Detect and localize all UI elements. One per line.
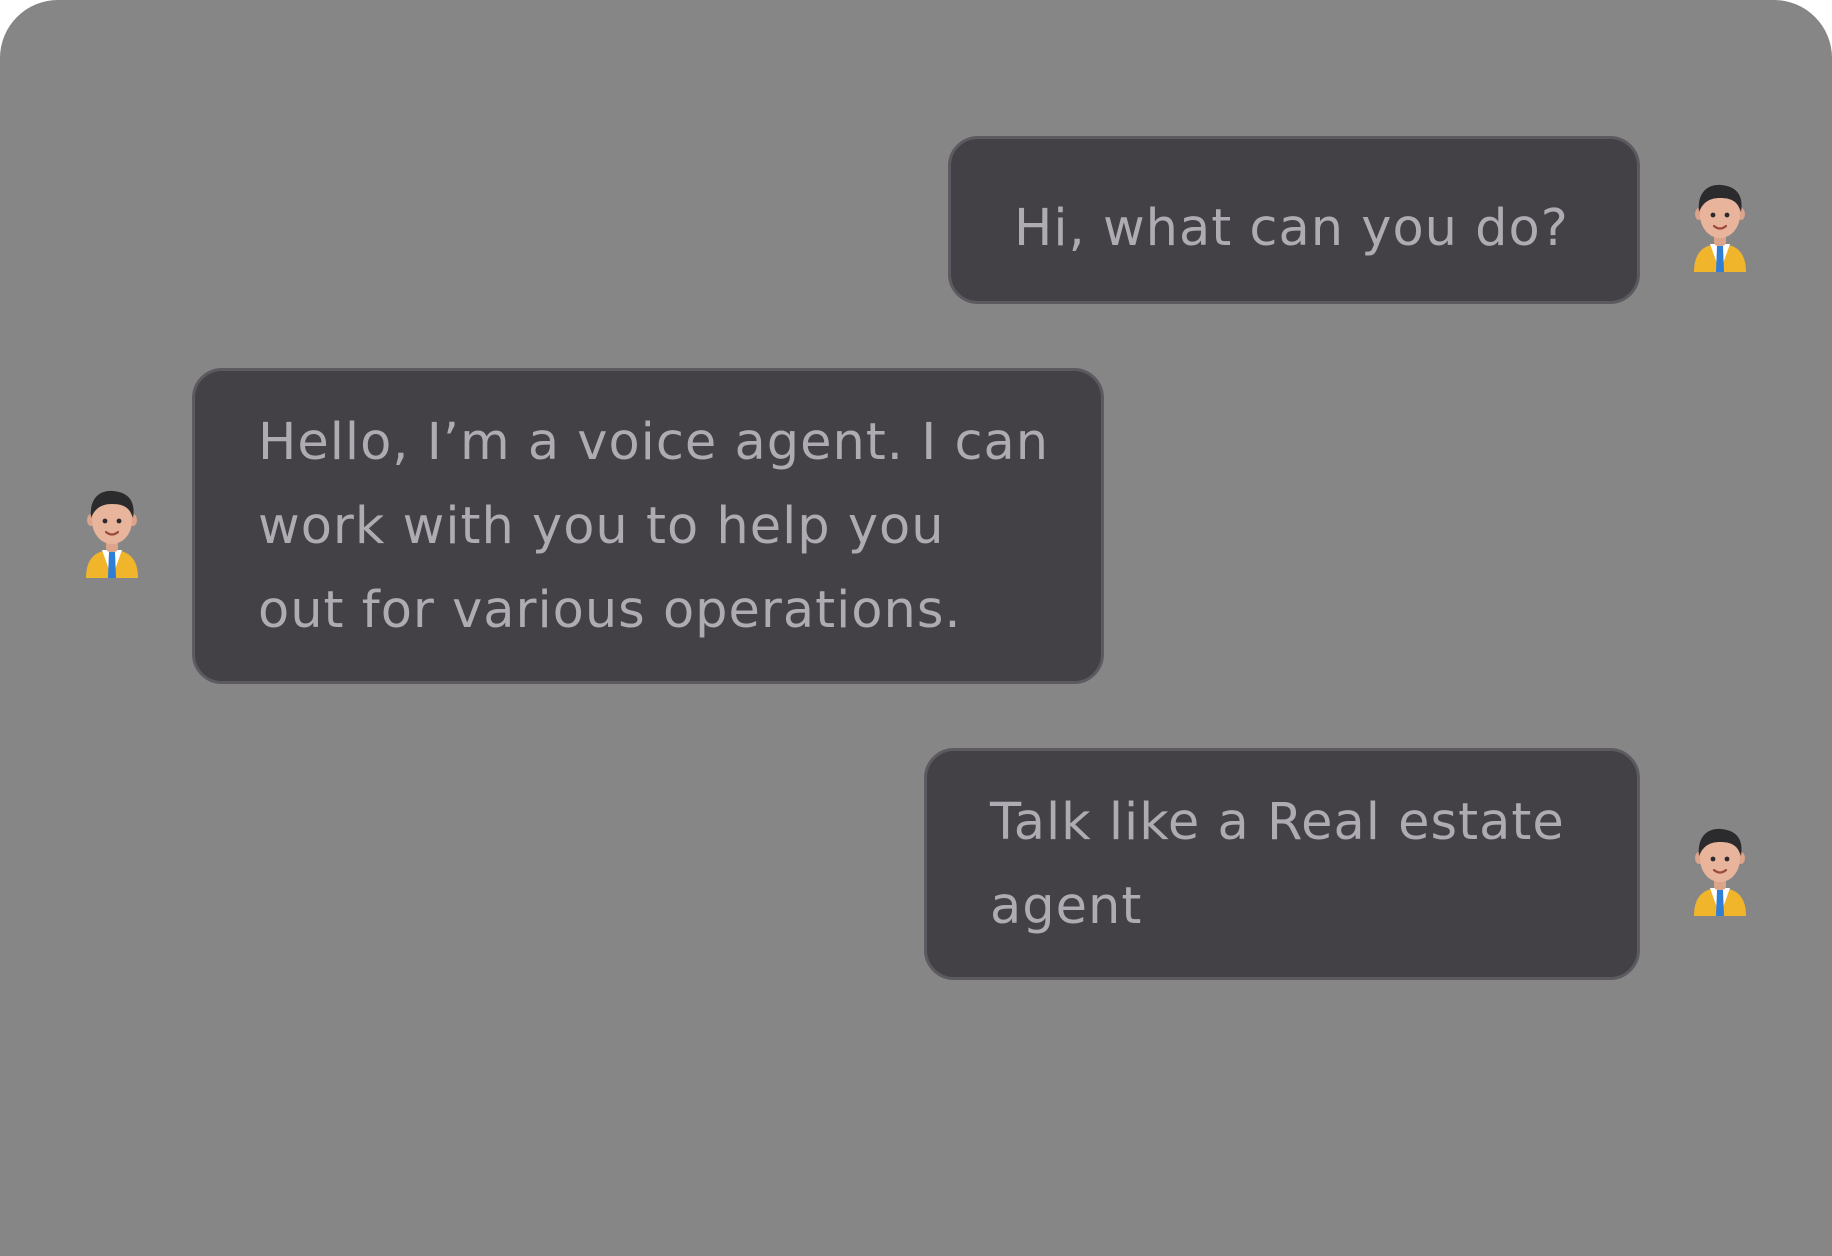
- person-avatar-icon: [1694, 184, 1746, 272]
- chat-panel: Hi, what can you do? Hello, I’m a voice …: [0, 0, 1832, 1256]
- chat-message-user: Hi, what can you do?: [948, 136, 1640, 304]
- message-line: Hello, I’m a voice agent. I can: [258, 413, 1050, 472]
- message-line: out for various operations.: [258, 581, 962, 640]
- person-avatar-icon: [86, 490, 138, 578]
- chat-message-user: Talk like a Real estate agent: [924, 748, 1640, 980]
- message-line: agent: [990, 877, 1143, 936]
- message-text: Hi, what can you do?: [1014, 199, 1569, 258]
- message-line: Talk like a Real estate: [990, 793, 1565, 852]
- person-avatar-icon: [1694, 828, 1746, 916]
- chat-message-agent: Hello, I’m a voice agent. I can work wit…: [192, 368, 1104, 684]
- message-line: work with you to help you: [258, 497, 945, 556]
